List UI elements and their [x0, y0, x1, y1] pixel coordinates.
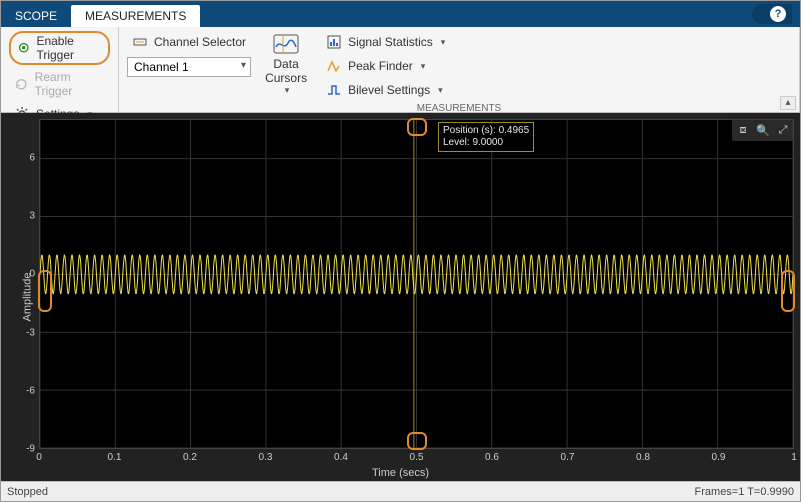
- x-tick: 0.9: [712, 452, 726, 463]
- help-icon: ?: [770, 6, 786, 22]
- channel-selector-label-row: Channel Selector: [127, 31, 251, 53]
- x-tick: 0.8: [636, 452, 650, 463]
- chevron-down-icon: ▾: [285, 85, 290, 96]
- ribbon-collapse-button[interactable]: ▴: [780, 96, 796, 110]
- signal-statistics-button[interactable]: Signal Statistics ▾: [321, 31, 450, 53]
- cursor-top-marker[interactable]: [407, 118, 427, 136]
- status-left: Stopped: [7, 486, 48, 498]
- bilevel-settings-button[interactable]: Bilevel Settings ▾: [321, 79, 450, 101]
- signal-statistics-label: Signal Statistics: [348, 35, 433, 49]
- peak-icon: [326, 58, 342, 74]
- data-cursors-label: Data Cursors: [265, 57, 307, 85]
- level-left-marker[interactable]: [38, 270, 52, 312]
- rearm-trigger-button[interactable]: Rearm Trigger: [9, 67, 110, 101]
- peak-finder-label: Peak Finder: [348, 59, 413, 73]
- x-tick: 0.5: [410, 452, 424, 463]
- help-button[interactable]: ?: [752, 4, 792, 24]
- channel-select[interactable]: Channel 1: [127, 57, 251, 77]
- tab-scope[interactable]: SCOPE: [1, 5, 71, 27]
- x-tick: 0.3: [259, 452, 273, 463]
- rearm-trigger-label: Rearm Trigger: [35, 70, 105, 98]
- stats-icon: [326, 34, 342, 50]
- zoom-in-icon[interactable]: 🔍: [754, 121, 772, 139]
- x-tick: 0.1: [108, 452, 122, 463]
- y-tick: -9: [19, 444, 35, 455]
- channel-icon: [132, 34, 148, 50]
- enable-trigger-label: Enable Trigger: [36, 34, 102, 62]
- x-axis-label: Time (secs): [372, 467, 429, 479]
- y-tick: 3: [19, 211, 35, 222]
- zoom-out-icon[interactable]: ⤢: [774, 121, 792, 139]
- enable-trigger-button[interactable]: Enable Trigger: [9, 31, 110, 65]
- channel-select-value: Channel 1: [134, 60, 189, 74]
- bilevel-icon: [326, 82, 342, 98]
- cursor-bottom-marker[interactable]: [407, 432, 427, 450]
- status-right: Frames=1 T=0.9990: [695, 486, 794, 498]
- status-bar: Stopped Frames=1 T=0.9990: [1, 481, 800, 501]
- chevron-down-icon: ▾: [441, 37, 446, 48]
- ribbon: Enable Trigger Rearm Trigger Settings ▾ …: [1, 27, 800, 113]
- y-tick: 6: [19, 152, 35, 163]
- rearm-icon: [14, 76, 29, 92]
- tab-measurements[interactable]: MEASUREMENTS: [71, 5, 200, 27]
- scope-canvas[interactable]: Position (s): 0.4965 Level: 9.0000: [39, 119, 794, 449]
- plot-grid: [40, 120, 793, 448]
- x-tick: 0.6: [485, 452, 499, 463]
- peak-finder-button[interactable]: Peak Finder ▾: [321, 55, 450, 77]
- x-tick: 0.7: [561, 452, 575, 463]
- data-cursors-button[interactable]: Data Cursors ▾: [261, 31, 311, 98]
- level-right-marker[interactable]: [781, 270, 795, 312]
- x-tick: 0.2: [183, 452, 197, 463]
- plot-area: ⧈ 🔍 ⤢ Amplitude Time (secs) Position (s)…: [1, 113, 800, 481]
- plot-toolbar: ⧈ 🔍 ⤢: [732, 119, 794, 141]
- x-tick: 1: [791, 452, 797, 463]
- y-axis-label: Amplitude: [21, 273, 33, 322]
- chevron-down-icon: ▾: [421, 61, 426, 72]
- y-tick: -3: [19, 327, 35, 338]
- cursor-icon: [272, 33, 300, 57]
- chevron-down-icon: ▾: [438, 85, 443, 96]
- trigger-icon: [17, 40, 30, 56]
- bilevel-settings-label: Bilevel Settings: [348, 83, 430, 97]
- y-tick: 0: [19, 269, 35, 280]
- x-tick: 0: [36, 452, 42, 463]
- tab-bar: SCOPE MEASUREMENTS ?: [1, 1, 800, 27]
- cursor-readout: Position (s): 0.4965 Level: 9.0000: [438, 122, 534, 152]
- zoom-box-icon[interactable]: ⧈: [734, 121, 752, 139]
- x-tick: 0.4: [334, 452, 348, 463]
- y-tick: -6: [19, 385, 35, 396]
- channel-selector-label: Channel Selector: [154, 35, 246, 49]
